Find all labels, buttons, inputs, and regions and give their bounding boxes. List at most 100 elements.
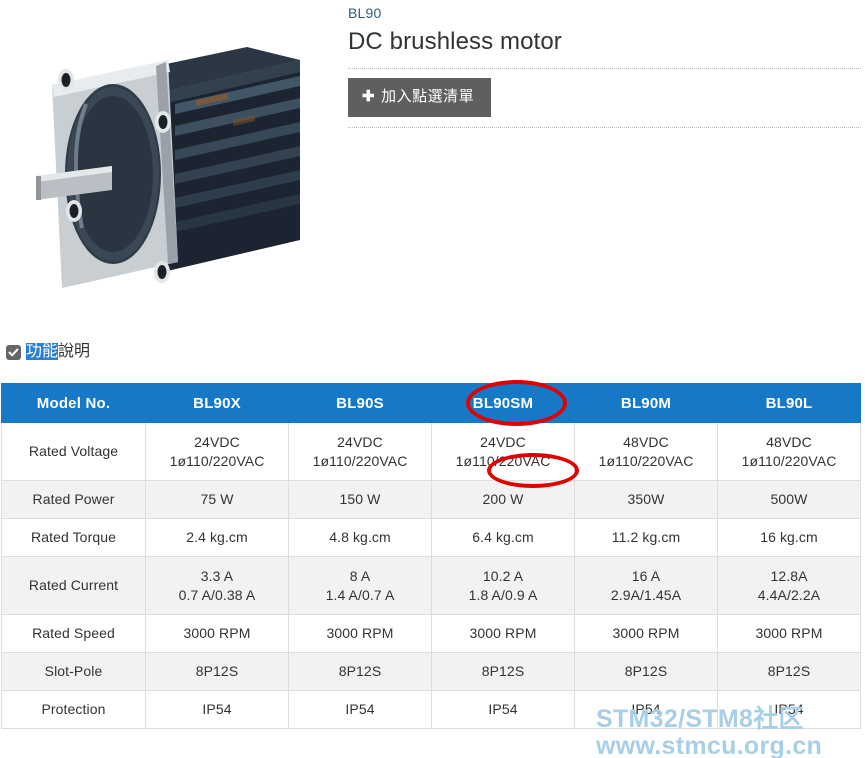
cell-line-1: 3000 RPM <box>755 625 823 641</box>
dc-brushless-motor-illustration <box>0 0 340 330</box>
table-row: Rated Voltage 24VDC 1ø110/220VAC 24VDC 1ø110… <box>1 422 861 481</box>
cell-line-2: 1.8 A/0.9 A <box>468 586 538 603</box>
add-to-quote-list-label: 加入點選清單 <box>381 88 475 105</box>
table-cell: IP54 <box>431 690 575 729</box>
cell-line-1: 3000 RPM <box>612 625 680 641</box>
table-body: Rated Voltage 24VDC 1ø110/220VAC 24VDC 1ø110… <box>1 422 861 729</box>
add-to-quote-list-button[interactable]: ✚ 加入點選清單 <box>348 78 492 117</box>
table-cell: 11.2 kg.cm <box>574 518 718 557</box>
table-header-bl90l: BL90L <box>717 383 861 423</box>
table-cell: 3000 RPM <box>145 614 289 653</box>
watermark-line-2: www.stmcu.org.cn <box>596 732 823 758</box>
table-row: Rated Torque 2.4 kg.cm 4.8 kg.cm 6.4 kg.cm 1… <box>1 518 861 557</box>
table-cell: 8P12S <box>574 652 718 691</box>
table-cell: 150 W <box>288 480 432 519</box>
cell-line-1: 500W <box>770 491 808 507</box>
row-label: Protection <box>1 690 146 729</box>
table-cell: IP54 <box>288 690 432 729</box>
plus-icon: ✚ <box>362 88 376 105</box>
table-header-bl90m: BL90M <box>574 383 718 423</box>
table-cell: 12.8A 4.4A/2.2A <box>717 556 861 615</box>
table-row: Rated Current 3.3 A 0.7 A/0.38 A 8 A 1.4 A/0… <box>1 556 861 615</box>
cell-line-2: 1ø110/220VAC <box>741 452 837 469</box>
cell-line-1: 6.4 kg.cm <box>472 529 534 545</box>
table-cell: 8P12S <box>431 652 575 691</box>
cell-line-1: 3000 RPM <box>326 625 394 641</box>
table-cell: 6.4 kg.cm <box>431 518 575 557</box>
product-summary-section: BL90 DC brushless motor ✚ 加入點選清單 <box>0 0 865 330</box>
table-cell: 8P12S <box>288 652 432 691</box>
table-row: Protection IP54 IP54 IP54 IP54 IP54 <box>1 690 861 729</box>
product-detail-page: BL90 DC brushless motor ✚ 加入點選清單 功能說明 Mod… <box>0 0 865 758</box>
table-header-bl90s: BL90S <box>288 383 432 423</box>
cell-line-1: 4.8 kg.cm <box>329 529 391 545</box>
cell-line-1: 3000 RPM <box>183 625 251 641</box>
table-cell: 48VDC 1ø110/220VAC <box>574 422 718 481</box>
cell-line-1: 8P12S <box>195 663 239 679</box>
table-cell: 48VDC 1ø110/220VAC <box>717 422 861 481</box>
divider-bottom <box>348 127 861 128</box>
table-cell: IP54 <box>574 690 718 729</box>
product-info: BL90 DC brushless motor ✚ 加入點選清單 <box>348 0 861 128</box>
cell-line-1: 200 W <box>482 491 524 507</box>
cell-line-1: 3000 RPM <box>469 625 537 641</box>
cell-line-1: 8P12S <box>481 663 525 679</box>
cell-line-2: 1.4 A/0.7 A <box>325 586 395 603</box>
cell-line-1: 8P12S <box>624 663 668 679</box>
cell-line-2: 1ø110/220VAC <box>169 452 265 469</box>
page-title: DC brushless motor <box>348 28 562 55</box>
table-cell: 8P12S <box>145 652 289 691</box>
cell-line-2: 1ø110/220VAC <box>312 452 408 469</box>
checkbox-checked-icon <box>6 344 21 360</box>
cell-line-1: 8 A <box>349 567 371 584</box>
features-section-title: 功能說明 <box>26 342 90 362</box>
table-cell: 10.2 A 1.8 A/0.9 A <box>431 556 575 615</box>
cell-line-1: 12.8A <box>770 567 808 584</box>
divider-top <box>348 68 861 69</box>
product-sku: BL90 <box>348 5 382 21</box>
table-cell: 3000 RPM <box>717 614 861 653</box>
cell-line-1: 3.3 A <box>200 567 234 584</box>
row-label: Rated Torque <box>1 518 146 557</box>
cell-line-2: 1ø110/220VAC <box>598 452 694 469</box>
table-cell: 16 A 2.9A/1.45A <box>574 556 718 615</box>
cell-line-2: 0.7 A/0.38 A <box>178 586 256 603</box>
cell-line-2: 4.4A/2.2A <box>757 586 821 603</box>
cell-line-1: 24VDC <box>194 433 240 450</box>
table-cell: IP54 <box>145 690 289 729</box>
table-cell: 75 W <box>145 480 289 519</box>
table-cell: 4.8 kg.cm <box>288 518 432 557</box>
cell-line-1: 11.2 kg.cm <box>611 529 681 545</box>
cell-line-2: 2.9A/1.45A <box>610 586 682 603</box>
table-header-bl90x: BL90X <box>145 383 289 423</box>
table-cell: 350W <box>574 480 718 519</box>
features-title-highlighted: 功能 <box>26 343 59 360</box>
table-cell: 24VDC 1ø110/220VAC <box>431 422 575 481</box>
table-row: Rated Power 75 W 150 W 200 W 350W 500W <box>1 480 861 519</box>
table-cell: 3000 RPM <box>574 614 718 653</box>
cell-line-1: 150 W <box>339 491 381 507</box>
cell-line-1: 8P12S <box>767 663 811 679</box>
features-title-rest: 說明 <box>58 343 91 360</box>
row-label: Rated Speed <box>1 614 146 653</box>
table-cell: 2.4 kg.cm <box>145 518 289 557</box>
table-cell: 24VDC 1ø110/220VAC <box>145 422 289 481</box>
row-label: Rated Power <box>1 480 146 519</box>
cell-line-1: 10.2 A <box>482 567 524 584</box>
table-header-bl90sm: BL90SM <box>431 383 575 423</box>
table-cell: 8P12S <box>717 652 861 691</box>
table-cell: 24VDC 1ø110/220VAC <box>288 422 432 481</box>
cell-line-1: 16 kg.cm <box>760 529 818 545</box>
product-image[interactable] <box>0 0 340 330</box>
row-label: Rated Voltage <box>1 422 146 481</box>
cell-line-1: 24VDC <box>480 433 526 450</box>
specification-table: Model No. BL90X BL90S BL90SM BL90M BL90L Rate… <box>1 383 861 729</box>
cell-line-1: 48VDC <box>623 433 669 450</box>
cell-line-1: IP54 <box>345 701 375 717</box>
cell-line-1: 48VDC <box>766 433 812 450</box>
table-cell: 16 kg.cm <box>717 518 861 557</box>
cell-line-1: 8P12S <box>338 663 382 679</box>
features-section-heading[interactable]: 功能說明 <box>6 342 90 362</box>
table-cell: IP54 <box>717 690 861 729</box>
cell-line-2: 1ø110/220VAC <box>455 452 551 469</box>
